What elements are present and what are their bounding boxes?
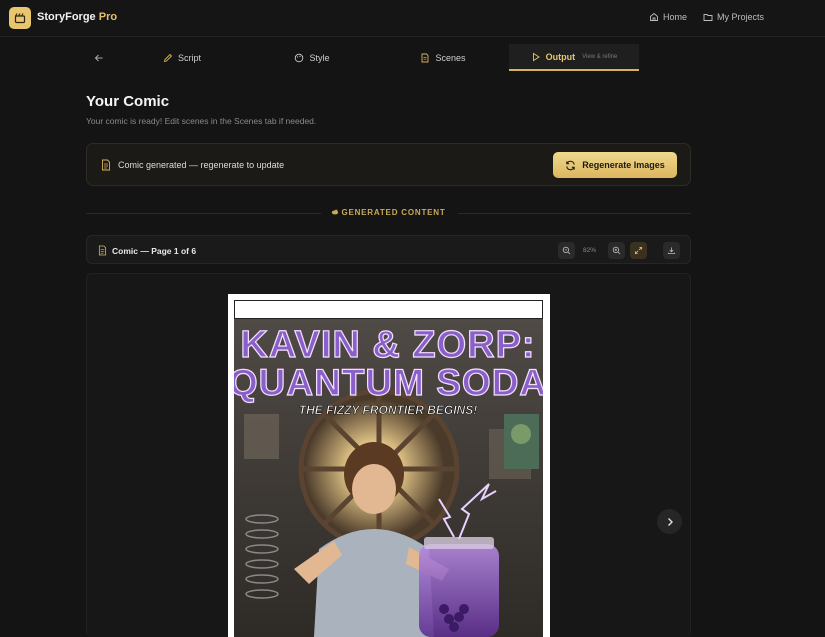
back-button[interactable] bbox=[86, 44, 112, 71]
tab-output-label: Output bbox=[545, 51, 576, 62]
tab-script[interactable]: Script bbox=[116, 44, 248, 71]
refresh-icon bbox=[566, 160, 575, 170]
comic-title-line-2: QUANTUM SODA bbox=[234, 362, 543, 403]
nav-home-label: Home bbox=[663, 12, 688, 22]
palette-icon bbox=[295, 53, 304, 62]
document-icon bbox=[422, 53, 429, 62]
regenerate-images-button[interactable]: Regenerate Images bbox=[553, 152, 677, 178]
nav-home[interactable]: Home bbox=[649, 12, 687, 22]
next-page-button[interactable] bbox=[657, 509, 682, 534]
expand-icon bbox=[634, 246, 643, 255]
section-heading-label: GENERATED CONTENT bbox=[341, 208, 446, 217]
app-name-pro: Pro bbox=[98, 11, 118, 23]
regenerate-images-label: Regenerate Images bbox=[582, 160, 665, 170]
status-message: Comic generated — regenerate to update bbox=[118, 160, 285, 170]
comic-cover-illustration: KAVIN & ZORP: QUANTUM SODA THE FIZZY FRO… bbox=[234, 319, 543, 637]
app-name-text: StoryForge bbox=[37, 11, 96, 23]
tab-style-label: Style bbox=[309, 52, 330, 63]
page-subtitle: Your comic is ready! Edit scenes in the … bbox=[86, 116, 317, 126]
tab-scenes[interactable]: Scenes bbox=[378, 44, 508, 71]
folder-icon bbox=[703, 14, 713, 21]
fit-to-screen-button[interactable] bbox=[630, 242, 647, 259]
chevron-right-icon bbox=[667, 517, 673, 526]
tab-scenes-label: Scenes bbox=[435, 52, 466, 63]
comic-title-line-1: KAVIN & ZORP: bbox=[240, 324, 535, 366]
tab-output-sub: View & refine bbox=[582, 53, 618, 60]
comic-cover-image: KAVIN & ZORP: QUANTUM SODA THE FIZZY FRO… bbox=[234, 319, 543, 637]
document-icon bbox=[98, 245, 107, 256]
document-icon bbox=[102, 159, 110, 171]
zoom-level: 82% bbox=[583, 247, 597, 254]
tab-output[interactable]: Output View & refine bbox=[509, 44, 639, 71]
zoom-in-button[interactable] bbox=[608, 242, 625, 259]
zoom-out-button[interactable] bbox=[558, 242, 575, 259]
nav-my-projects[interactable]: My Projects bbox=[703, 12, 764, 22]
app-logo-icon[interactable] bbox=[9, 7, 31, 29]
nav-my-projects-label: My Projects bbox=[717, 12, 765, 22]
download-button[interactable] bbox=[663, 242, 680, 259]
clapperboard-icon bbox=[14, 13, 26, 24]
comic-tagline: THE FIZZY FRONTIER BEGINS! bbox=[299, 403, 477, 417]
sparkle-icon bbox=[332, 209, 339, 215]
section-heading: GENERATED CONTENT bbox=[86, 208, 691, 217]
tab-script-label: Script bbox=[177, 52, 201, 63]
comic-caption-box bbox=[234, 300, 543, 319]
app-name: StoryForge Pro bbox=[37, 11, 117, 23]
comic-viewer-toolbar: Comic — Page 1 of 6 82% bbox=[86, 235, 691, 264]
page-indicator: Comic — Page 1 of 6 bbox=[112, 246, 197, 256]
arrow-left-icon bbox=[94, 54, 103, 61]
zoom-out-icon bbox=[562, 246, 571, 255]
step-tabs: Script Style Scenes Output View & refine bbox=[86, 44, 691, 71]
generated-content-divider: GENERATED CONTENT bbox=[86, 207, 691, 219]
tab-style[interactable]: Style bbox=[248, 44, 376, 71]
zoom-in-icon bbox=[612, 246, 621, 255]
page-title: Your Comic bbox=[86, 93, 170, 110]
play-icon bbox=[532, 52, 540, 61]
pen-icon bbox=[163, 53, 173, 62]
home-icon bbox=[650, 12, 658, 21]
download-icon bbox=[667, 247, 676, 255]
generation-status-panel: Comic generated — regenerate to update R… bbox=[86, 143, 691, 186]
top-bar: StoryForge Pro Home My Projects bbox=[0, 0, 825, 37]
